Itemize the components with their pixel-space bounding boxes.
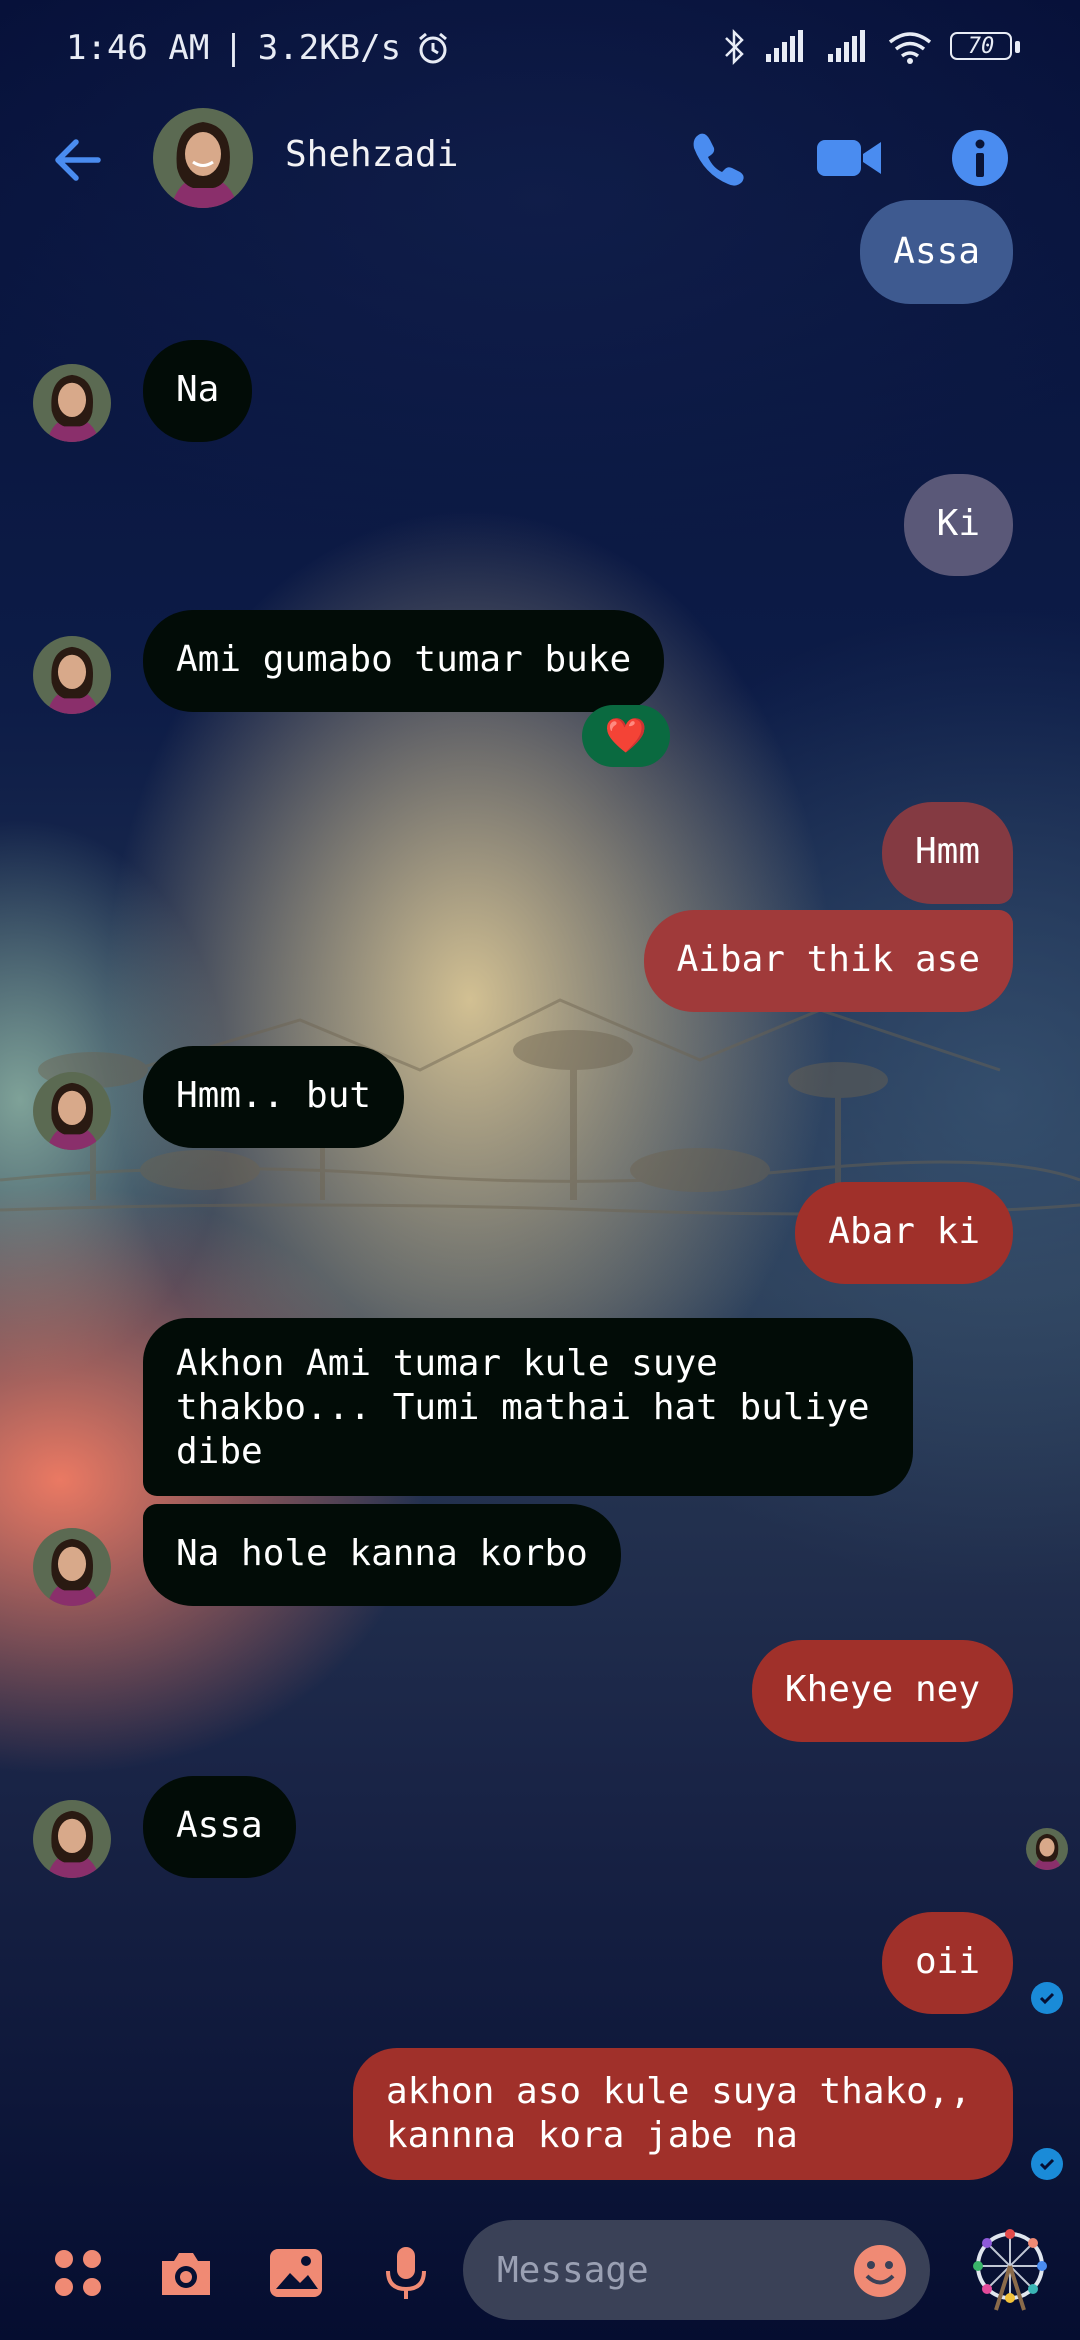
- contact-avatar-small: [33, 1800, 111, 1878]
- bluetooth-icon: [725, 28, 744, 66]
- network-speed: 3.2KB/s: [257, 28, 402, 68]
- delivered-check-icon: [1031, 2148, 1063, 2180]
- battery-level: 70: [967, 34, 995, 59]
- wifi-icon: [888, 32, 932, 64]
- message-incoming[interactable]: Akhon Ami tumar kule suye thakbo... Tumi…: [143, 1318, 913, 1496]
- heart-reaction-icon: ❤️: [604, 716, 648, 756]
- message-incoming[interactable]: Hmm.. but: [143, 1046, 405, 1148]
- alarm-icon: [419, 32, 448, 64]
- apps-menu-icon[interactable]: [48, 2243, 108, 2303]
- message-incoming[interactable]: Ami gumabo tumar buke: [143, 610, 665, 712]
- message-outgoing[interactable]: Assa: [860, 200, 1013, 304]
- message-outgoing[interactable]: Abar ki: [795, 1182, 1013, 1284]
- reaction-heart[interactable]: ❤️: [582, 705, 670, 767]
- message-incoming[interactable]: Na: [143, 340, 253, 442]
- message-incoming[interactable]: Assa: [143, 1776, 296, 1878]
- message-incoming[interactable]: Na hole kanna korbo: [143, 1504, 621, 1606]
- contact-avatar[interactable]: [153, 108, 253, 208]
- camera-icon[interactable]: [156, 2243, 216, 2303]
- message-input[interactable]: [495, 2248, 829, 2292]
- video-call-icon[interactable]: [815, 126, 885, 190]
- message-outgoing[interactable]: Ki: [903, 474, 1013, 576]
- signal-icon-2: [828, 30, 865, 62]
- contact-avatar-small: [33, 636, 111, 714]
- ferris-wheel-icon[interactable]: [968, 2228, 1052, 2312]
- microphone-icon[interactable]: [376, 2243, 436, 2303]
- status-time: 1:46 AM: [66, 28, 210, 68]
- message-outgoing[interactable]: Aibar thik ase: [643, 910, 1013, 1012]
- message-input-wrapper[interactable]: [463, 2220, 930, 2320]
- avatar-photo: [153, 108, 253, 208]
- contact-avatar-small: [33, 1072, 111, 1150]
- status-separator: |: [223, 28, 244, 68]
- contact-name[interactable]: Shehzadi: [285, 134, 458, 175]
- message-outgoing[interactable]: Hmm: [881, 802, 1013, 904]
- message-outgoing[interactable]: oii: [881, 1912, 1013, 2014]
- status-bar: 1:46 AM | 3.2KB/s 70: [0, 0, 1080, 100]
- info-icon[interactable]: [948, 126, 1012, 190]
- signal-icon: [766, 30, 803, 62]
- back-arrow-icon[interactable]: [48, 130, 108, 190]
- seen-avatar: [1026, 1828, 1068, 1870]
- phone-icon[interactable]: [686, 126, 750, 190]
- battery-indicator: 70: [950, 30, 1020, 64]
- message-outgoing[interactable]: akhon aso kule suya thako,, kannna kora …: [353, 2048, 1013, 2180]
- emoji-icon[interactable]: [852, 2243, 908, 2299]
- gallery-icon[interactable]: [266, 2243, 326, 2303]
- contact-avatar-small: [33, 1528, 111, 1606]
- contact-avatar-small: [33, 364, 111, 442]
- delivered-check-icon: [1031, 1982, 1063, 2014]
- message-outgoing[interactable]: Kheye ney: [751, 1640, 1013, 1742]
- message-composer: [0, 2215, 1080, 2325]
